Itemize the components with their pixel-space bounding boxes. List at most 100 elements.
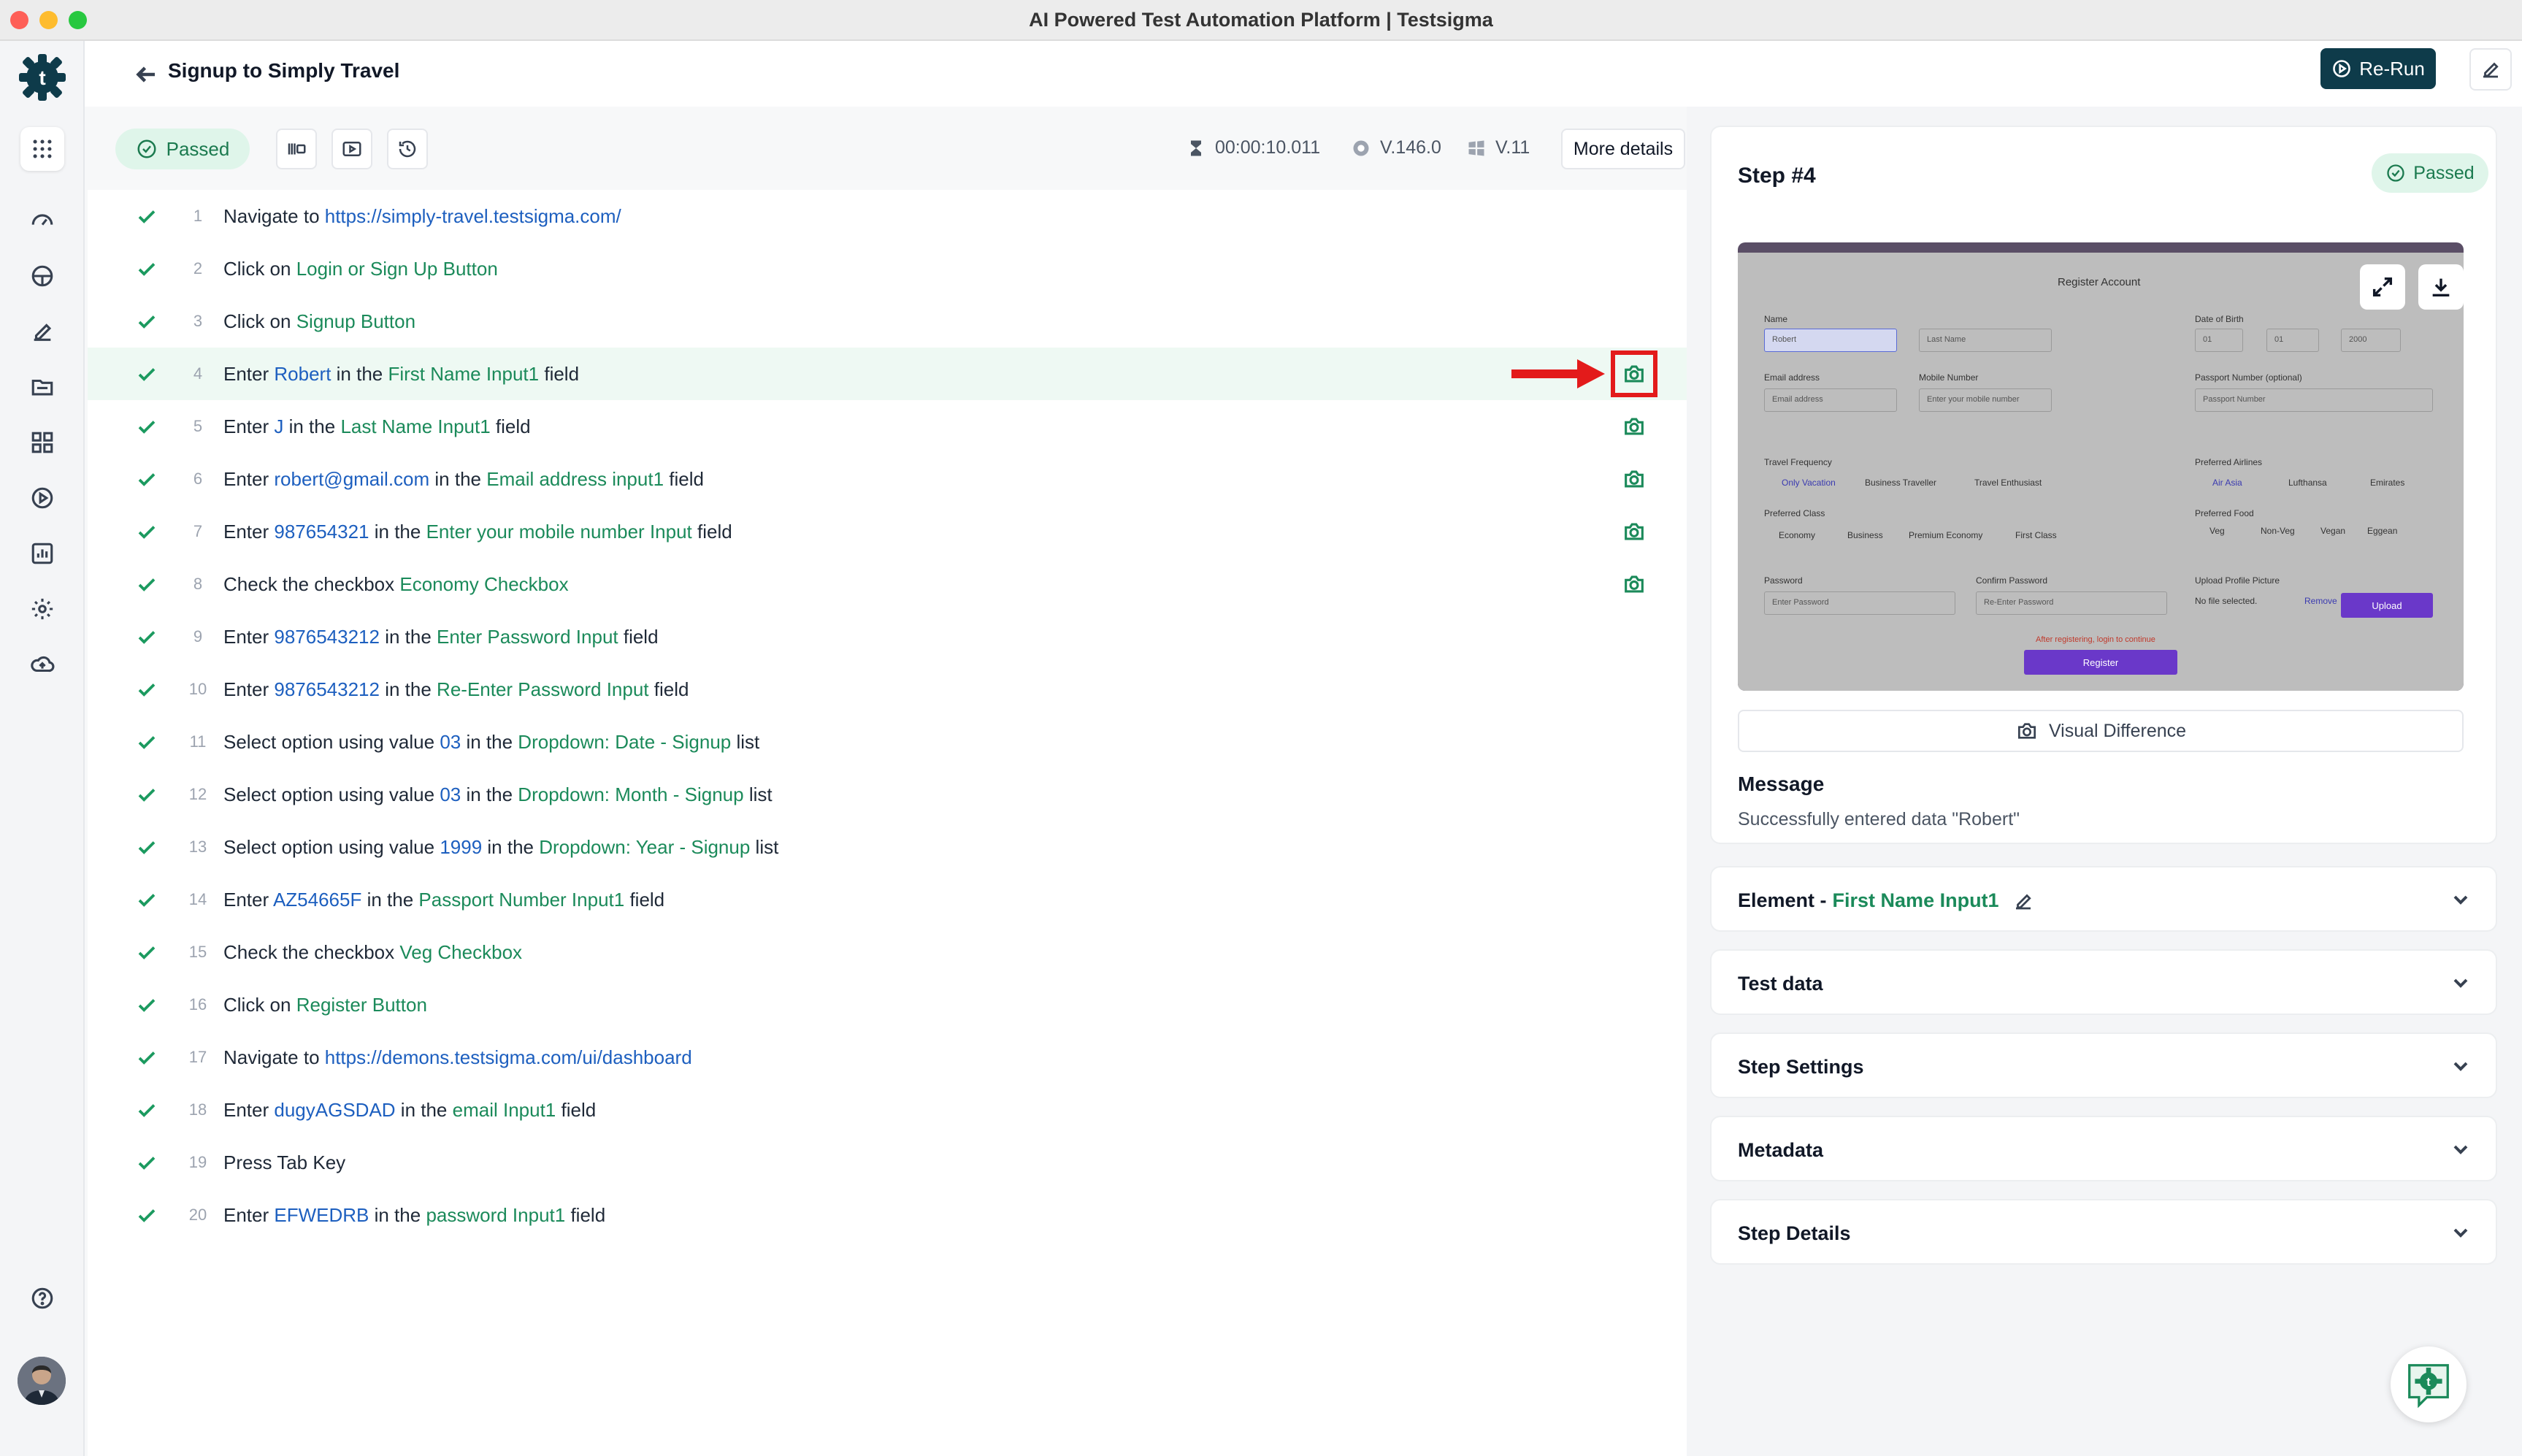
test-data-accordion[interactable]: Test data [1710,949,2497,1015]
step-test-data[interactable]: EFWEDRB [274,1204,369,1226]
user-avatar[interactable] [18,1357,66,1405]
form-dob-year: 2000 [2341,329,2401,352]
rerun-button[interactable]: Re-Run [2320,48,2436,89]
grid-icon [31,432,53,453]
video-button[interactable] [331,129,372,169]
assistant-chat-button[interactable]: t [2391,1346,2467,1422]
step-element[interactable]: Passport Number Input1 [418,889,624,911]
step-screenshot-button[interactable] [1620,464,1649,494]
element-accordion[interactable]: Element - First Name Input1 [1710,866,2497,932]
reports-nav[interactable] [20,532,64,575]
step-element[interactable]: Register Button [296,994,427,1016]
steps-list: 1 Navigate to https://simply-travel.tests… [88,190,1687,1456]
testsigma-logo-icon[interactable]: t [18,53,67,102]
step-row[interactable]: 19 Press Tab Key [88,1136,1687,1189]
back-button[interactable] [120,48,172,101]
step-row[interactable]: 16 Click on Register Button [88,978,1687,1031]
metadata-accordion[interactable]: Metadata [1710,1116,2497,1181]
step-element[interactable]: Login or Sign Up Button [296,258,498,280]
step-test-data[interactable]: J [274,415,283,437]
step-element[interactable]: Signup Button [296,310,415,332]
step-test-data[interactable]: Robert [274,363,331,385]
authoring-nav[interactable] [20,310,64,353]
step-element[interactable]: Dropdown: Month - Signup [518,783,743,805]
step-row[interactable]: 4 Enter Robert in the First Name Input1 f… [88,348,1687,400]
step-details-accordion[interactable]: Step Details [1710,1199,2497,1265]
step-element[interactable]: First Name Input1 [388,363,539,385]
form-airline-opt-1: Air Asia [2212,478,2242,488]
step-screenshot-button[interactable] [1620,412,1649,441]
step-element[interactable]: Dropdown: Year - Signup [539,836,750,858]
step-element[interactable]: password Input1 [426,1204,565,1226]
element-name: First Name Input1 [1832,889,1999,911]
step-element[interactable]: Economy Checkbox [399,573,568,595]
step-row[interactable]: 17 Navigate to https://demons.testsigma.c… [88,1031,1687,1084]
download-screenshot-button[interactable] [2418,264,2464,310]
step-row[interactable]: 10 Enter 9876543212 in the Re-Enter Passw… [88,663,1687,716]
logs-button[interactable] [276,129,317,169]
step-test-data[interactable]: 1999 [440,836,482,858]
step-row[interactable]: 3 Click on Signup Button [88,295,1687,348]
step-row[interactable]: 7 Enter 987654321 in the Enter your mobil… [88,505,1687,558]
step-test-data[interactable]: dugyAGSDAD [274,1099,395,1121]
step-element[interactable]: Dropdown: Date - Signup [518,731,731,753]
step-screenshot-button[interactable] [1620,517,1649,546]
history-icon [399,140,416,158]
cloud-nav[interactable] [20,643,64,686]
step-settings-accordion[interactable]: Step Settings [1710,1032,2497,1098]
step-test-data[interactable]: 9876543212 [274,678,380,700]
edit-testcase-button[interactable] [2469,48,2512,91]
settings-nav[interactable] [20,587,64,631]
step-row[interactable]: 6 Enter robert@gmail.com in the Email add… [88,453,1687,505]
step-element[interactable]: Veg Checkbox [399,941,522,963]
step-test-data[interactable]: 9876543212 [274,626,380,648]
step-screenshot[interactable]: Register Account Name Robert Last Name D… [1738,242,2464,691]
apps-nav[interactable] [20,127,64,171]
step-row[interactable]: 14 Enter AZ54665F in the Passport Number … [88,873,1687,926]
step-number: 17 [188,1048,207,1066]
camera-icon [1625,523,1644,540]
step-test-data[interactable]: 987654321 [274,521,369,543]
step-row[interactable]: 8 Check the checkbox Economy Checkbox [88,558,1687,610]
modules-nav[interactable] [20,421,64,464]
steering-nav[interactable] [20,254,64,298]
folder-nav[interactable] [20,365,64,409]
step-test-data[interactable]: robert@gmail.com [274,468,429,490]
pencil-icon[interactable] [2012,890,2034,912]
run-nav[interactable] [20,476,64,520]
step-element[interactable]: Email address input1 [486,468,664,490]
step-row[interactable]: 9 Enter 9876543212 in the Enter Password … [88,610,1687,663]
history-button[interactable] [387,129,428,169]
step-row[interactable]: 1 Navigate to https://simply-travel.tests… [88,190,1687,242]
step-test-data[interactable]: https://demons.testsigma.com/ui/dashboar… [325,1046,692,1068]
step-row[interactable]: 12 Select option using value 03 in the Dr… [88,768,1687,821]
step-row[interactable]: 11 Select option using value 03 in the Dr… [88,716,1687,768]
step-row[interactable]: 13 Select option using value 1999 in the … [88,821,1687,873]
step-test-data[interactable]: https://simply-travel.testsigma.com/ [325,205,621,227]
form-name-label: Name [1764,314,1788,324]
step-row[interactable]: 5 Enter J in the Last Name Input1 field [88,400,1687,453]
logs-icon [288,143,306,155]
step-row[interactable]: 15 Check the checkbox Veg Checkbox [88,926,1687,978]
step-action: Select option using value [223,730,440,753]
step-row[interactable]: 20 Enter EFWEDRB in the password Input1 f… [88,1189,1687,1241]
visual-difference-button[interactable]: Visual Difference [1738,710,2464,752]
step-test-data[interactable]: 03 [440,783,461,805]
step-element[interactable]: Last Name Input1 [340,415,490,437]
help-nav[interactable] [20,1276,64,1320]
step-screenshot-button[interactable] [1620,570,1649,599]
step-number: 8 [193,575,203,593]
step-test-data[interactable]: 03 [440,731,461,753]
step-element[interactable]: Re-Enter Password Input [437,678,648,700]
step-element[interactable]: Enter your mobile number Input [426,521,692,543]
form-airline-opt-2: Lufthansa [2288,478,2327,488]
step-element[interactable]: Enter Password Input [437,626,618,648]
step-element[interactable]: email Input1 [453,1099,556,1121]
expand-screenshot-button[interactable] [2360,264,2405,310]
more-details-button[interactable]: More details [1561,129,1685,169]
dashboard-nav[interactable] [20,199,64,242]
step-row[interactable]: 18 Enter dugyAGSDAD in the email Input1 f… [88,1084,1687,1136]
step-row[interactable]: 2 Click on Login or Sign Up Button [88,242,1687,295]
step-test-data[interactable]: AZ54665F [273,889,361,911]
message-label: Message [1738,773,1825,795]
